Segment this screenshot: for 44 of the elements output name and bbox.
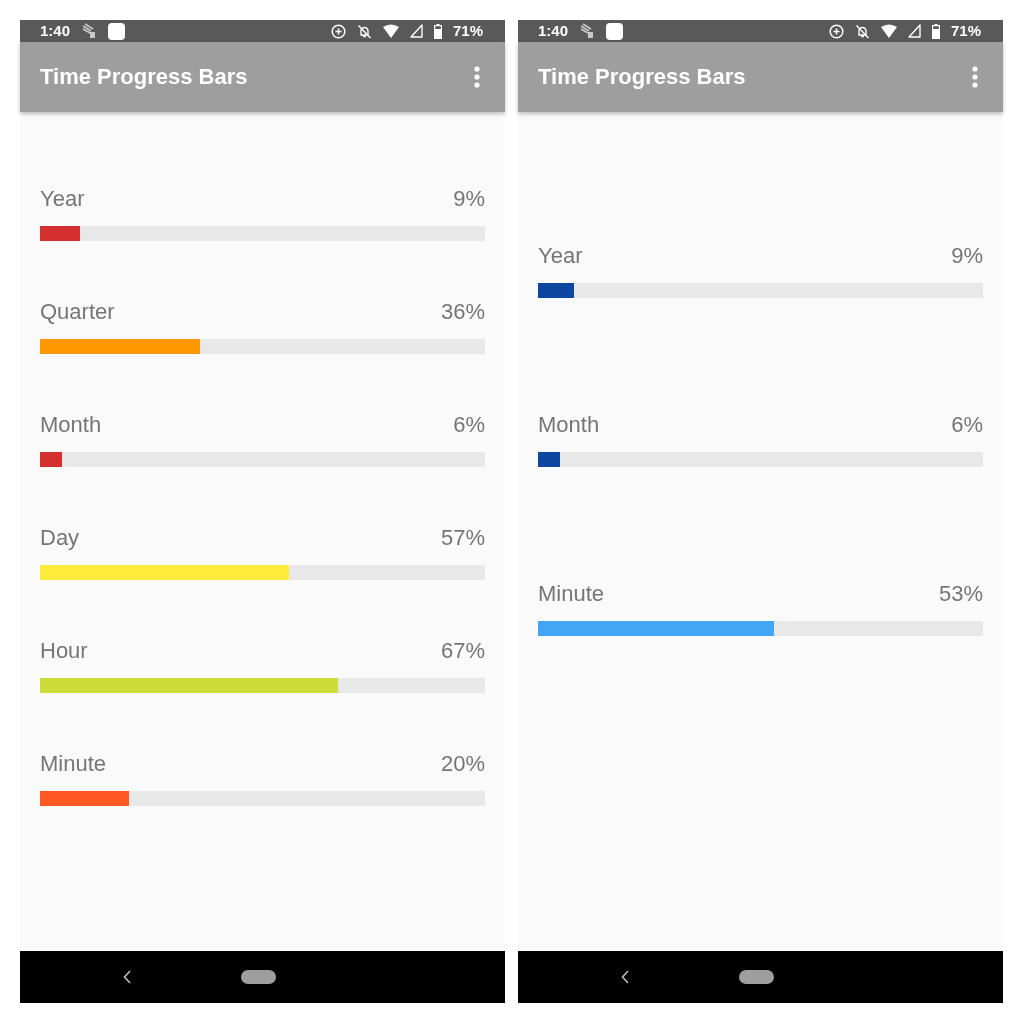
signal-icon [907,24,921,38]
status-time: 1:40 [40,22,71,40]
progress-label: Month [538,412,600,438]
battery-icon [433,23,442,39]
progress-percent: 67% [440,638,485,664]
progress-label: Day [40,525,80,551]
back-icon[interactable] [621,970,629,984]
stack-icon [81,23,98,39]
progress-label: Month [40,412,102,438]
square-icon [606,22,624,40]
progress-percent: 9% [951,243,983,269]
progress-percent: 36% [440,299,485,325]
progress-label: Year [538,243,583,269]
bell-off-icon [356,23,372,39]
home-button[interactable] [241,970,276,984]
battery-icon [931,23,940,39]
progress-percent: 9% [453,186,485,212]
home-button[interactable] [739,970,774,984]
progress-label: Quarter [40,299,115,325]
stack-icon [579,23,596,39]
battery-percent: 71% [950,22,981,40]
progress-label: Hour [40,638,88,664]
wifi-icon [880,24,897,38]
app-title: Time Progress Bars [538,63,746,91]
more-options-icon[interactable] [474,66,480,88]
progress-percent: 53% [938,581,983,607]
more-options-icon[interactable] [972,66,978,88]
circle-plus-icon [330,23,346,39]
progress-percent: 6% [951,412,983,438]
progress-label: Minute [538,581,605,607]
signal-icon [409,24,423,38]
status-time: 1:40 [538,22,569,40]
bell-off-icon [854,23,870,39]
app-title: Time Progress Bars [40,63,248,91]
battery-percent: 71% [452,22,483,40]
back-icon[interactable] [123,970,131,984]
circle-plus-icon [828,23,844,39]
progress-percent: 57% [440,525,485,551]
progress-label: Year [40,186,85,212]
progress-label: Minute [40,751,107,777]
progress-percent: 20% [440,751,485,777]
square-icon [108,22,126,40]
progress-percent: 6% [453,412,485,438]
wifi-icon [382,24,399,38]
